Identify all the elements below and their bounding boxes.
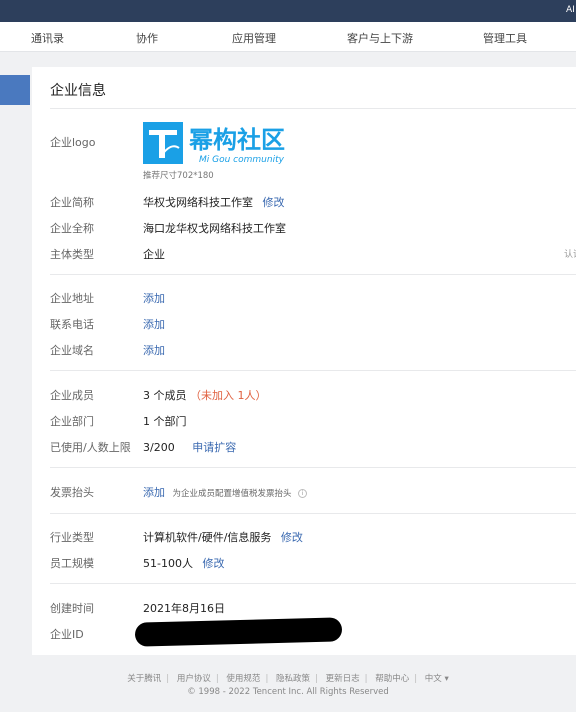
footer-link-changelog[interactable]: 更新日志 [326, 674, 360, 684]
created-value: 2021年8月16日 [143, 602, 225, 615]
footer: 关于腾讯 | 用户协议 | 使用规范 | 隐私政策 | 更新日志 | 帮助中心 | 中文 ▾… [0, 655, 576, 712]
logo-brand-subtext: Mi Gou community [199, 155, 285, 164]
short-name-value: 华权戈网络科技工作室 修改 [143, 194, 285, 210]
full-name-label: 企业全称 [50, 222, 94, 235]
divider [50, 513, 576, 514]
page-title: 企业信息 [50, 83, 106, 99]
sidebar-active-tab[interactable] [0, 75, 30, 105]
scale-text: 51-100人 [143, 557, 193, 570]
footer-link-about[interactable]: 关于腾讯 [127, 674, 161, 684]
divider [50, 108, 576, 109]
nav-item-tools[interactable]: 管理工具 [483, 30, 527, 46]
verify-link[interactable]: 认证 [564, 247, 576, 260]
created-label: 创建时间 [50, 602, 94, 615]
scale-label: 员工规模 [50, 557, 94, 570]
divider [50, 274, 576, 275]
company-id-redaction [134, 617, 343, 647]
top-bar: AI [0, 0, 576, 22]
usage-count: 3/200 [143, 441, 175, 454]
nav-item-contacts[interactable]: 通讯录 [31, 30, 64, 46]
add-domain-link[interactable]: 添加 [143, 342, 165, 358]
nav-item-customers[interactable]: 客户与上下游 [347, 30, 413, 46]
divider [50, 370, 576, 371]
footer-link-user-agreement[interactable]: 用户协议 [177, 674, 211, 684]
departments-value: 1 个部门 [143, 415, 187, 428]
info-icon[interactable]: i [298, 488, 308, 498]
top-bar-corner-text: AI [566, 5, 575, 15]
phone-label: 联系电话 [50, 318, 94, 331]
domain-label: 企业域名 [50, 344, 94, 357]
copyright: © 1998 - 2022 Tencent Inc. All Rights Re… [187, 687, 389, 697]
footer-link-help[interactable]: 帮助中心 [375, 674, 409, 684]
usage-label: 已使用/人数上限 [50, 441, 131, 454]
company-id-label: 企业ID [50, 628, 84, 641]
industry-label: 行业类型 [50, 531, 94, 544]
add-phone-link[interactable]: 添加 [143, 316, 165, 332]
invoice-hint: 为企业成员配置增值税发票抬头 [172, 489, 292, 499]
footer-links: 关于腾讯 | 用户协议 | 使用规范 | 隐私政策 | 更新日志 | 帮助中心 | 中文 ▾ [127, 674, 449, 684]
logo-label: 企业logo [50, 136, 96, 149]
members-pending[interactable]: （未加入 1人） [190, 389, 267, 402]
language-selector[interactable]: 中文 ▾ [425, 674, 449, 684]
members-label: 企业成员 [50, 389, 94, 402]
divider [50, 583, 576, 584]
apply-expansion-link[interactable]: 申请扩容 [192, 441, 236, 454]
nav-item-apps[interactable]: 应用管理 [232, 30, 276, 46]
company-logo-image: 幂构社区 Mi Gou community [143, 122, 285, 165]
logo-size-hint: 推荐尺寸702*180 [143, 171, 214, 181]
industry-edit-link[interactable]: 修改 [281, 531, 303, 544]
short-name-edit-link[interactable]: 修改 [263, 196, 285, 209]
divider [50, 467, 576, 468]
industry-text: 计算机软件/硬件/信息服务 [143, 531, 272, 544]
add-address-link[interactable]: 添加 [143, 290, 165, 306]
footer-link-privacy[interactable]: 隐私政策 [276, 674, 310, 684]
scale-edit-link[interactable]: 修改 [202, 557, 224, 570]
address-label: 企业地址 [50, 292, 94, 305]
departments-label: 企业部门 [50, 415, 94, 428]
short-name-text: 华权戈网络科技工作室 [143, 196, 253, 209]
main-nav: 通讯录 协作 应用管理 客户与上下游 管理工具 [0, 22, 576, 52]
nav-item-collaboration[interactable]: 协作 [136, 30, 158, 46]
short-name-label: 企业简称 [50, 196, 94, 209]
company-info-card: 企业信息 企业logo 幂构社区 Mi Gou community 推荐尺寸70… [32, 67, 576, 655]
invoice-label: 发票抬头 [50, 486, 94, 499]
members-value: 3 个成员 （未加入 1人） [143, 387, 267, 403]
full-name-value: 海口龙华权戈网络科技工作室 [143, 222, 286, 235]
logo-brand-text: 幂构社区 [189, 126, 285, 154]
footer-link-usage-rules[interactable]: 使用规范 [226, 674, 260, 684]
invoice-value: 添加 为企业成员配置增值税发票抬头 i [143, 484, 308, 500]
entity-type-value: 企业 [143, 248, 165, 261]
members-count: 3 个成员 [143, 389, 187, 402]
industry-value: 计算机软件/硬件/信息服务 修改 [143, 529, 303, 545]
company-logo[interactable]: 幂构社区 Mi Gou community [143, 122, 313, 165]
add-invoice-link[interactable]: 添加 [143, 486, 165, 499]
entity-type-label: 主体类型 [50, 248, 94, 261]
scale-value: 51-100人 修改 [143, 555, 224, 571]
usage-value: 3/200 申请扩容 [143, 439, 236, 455]
